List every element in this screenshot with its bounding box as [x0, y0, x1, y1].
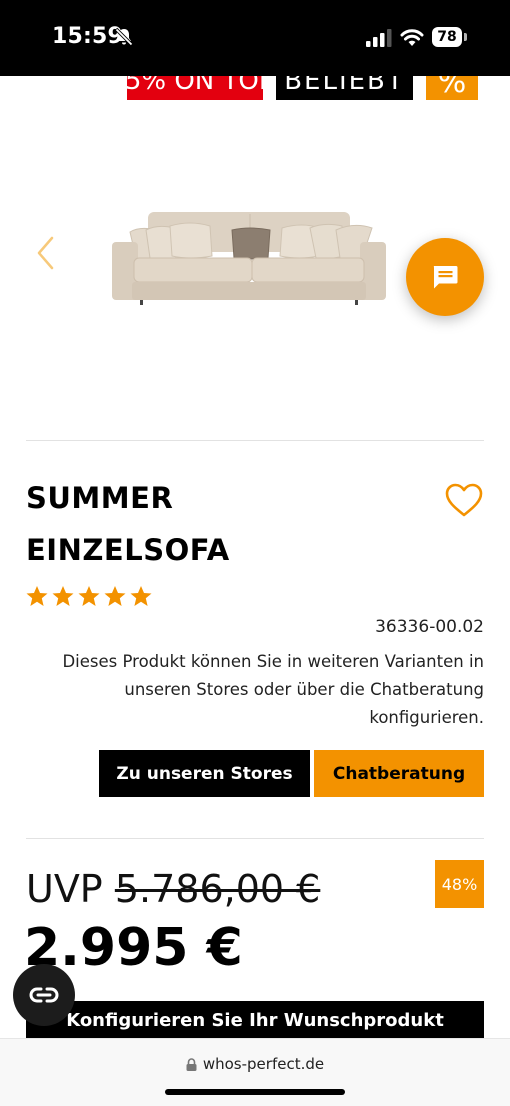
cookie-settings-icon [29, 987, 59, 1003]
chatberatung-button[interactable]: Chatberatung [314, 750, 484, 797]
configure-button[interactable]: Konfigurieren Sie Ihr Wunschprodukt [26, 1001, 484, 1041]
lock-icon [186, 1057, 197, 1071]
star-icon [78, 586, 100, 606]
uvp-price: UVP 5.786,00 € [26, 867, 320, 911]
chat-button[interactable] [406, 238, 484, 316]
heart-icon[interactable] [444, 482, 484, 518]
uvp-old-price: 5.786,00 € [114, 867, 321, 911]
badge-on-top: -5% ON TOP [127, 76, 263, 100]
battery-icon: 78 [432, 27, 470, 47]
status-time: 15:59 [52, 24, 124, 49]
signal-icon [366, 29, 392, 47]
chat-bubble-icon [433, 266, 458, 289]
product-image[interactable] [110, 208, 388, 306]
divider [26, 838, 484, 839]
product-title-line1: SUMMER [26, 481, 174, 515]
divider [26, 440, 484, 441]
product-title: SUMMER EINZELSOFA [26, 472, 406, 576]
status-bar: 15:59 78 [0, 0, 510, 76]
bell-slash-icon [114, 27, 134, 47]
url-field[interactable]: whos-perfect.de [0, 1055, 510, 1073]
star-icon [52, 586, 74, 606]
rating-stars [26, 585, 152, 607]
product-description: Dieses Produkt können Sie in weiteren Va… [62, 652, 484, 727]
badge-beliebt: BELIEBT [276, 76, 413, 100]
uvp-label: UVP [26, 867, 103, 911]
url-text: whos-perfect.de [202, 1055, 325, 1073]
badge-percent: % [426, 76, 478, 100]
product-title-line2: EINZELSOFA [26, 533, 230, 567]
star-icon [26, 586, 48, 606]
star-icon [130, 586, 152, 606]
chevron-left-icon[interactable] [36, 236, 56, 270]
discount-badge: 48% [435, 860, 484, 908]
product-sku: 36336-00.02 [375, 617, 484, 637]
cookie-settings-button[interactable] [13, 964, 75, 1026]
promo-badges: -5% ON TOP BELIEBT % [0, 76, 510, 100]
battery-level: 78 [432, 27, 462, 47]
star-icon [104, 586, 126, 606]
home-indicator[interactable] [165, 1089, 345, 1095]
browser-address-bar: whos-perfect.de [0, 1038, 510, 1106]
wifi-icon [400, 29, 424, 46]
stores-button[interactable]: Zu unseren Stores [99, 750, 310, 797]
